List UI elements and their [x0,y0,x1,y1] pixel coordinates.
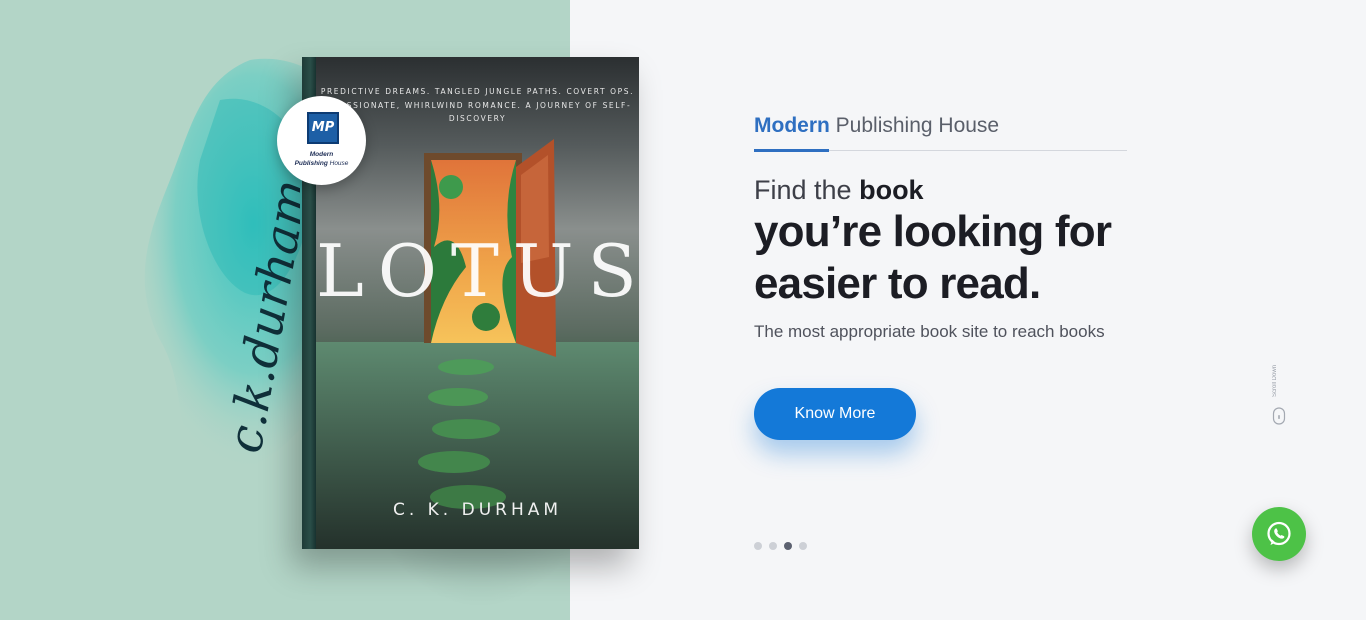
publisher-badge[interactable]: MP Modern Publishing House [277,96,366,185]
carousel-dots [754,542,807,550]
book-author: C. K. DURHAM [392,500,563,520]
carousel-dot[interactable] [769,542,777,550]
headline-line1: Find the book [754,175,924,205]
publisher-name-line2: Publishing House [294,160,349,167]
headline-line2: you’re looking for [754,207,1112,256]
headline-emphasis: book [859,175,924,205]
mouse-icon[interactable] [1272,407,1286,425]
publisher-name-line1: Modern [309,151,334,158]
book-tagline: PREDICTIVE DREAMS. TANGLED JUNGLE PATHS.… [320,87,635,123]
know-more-button[interactable]: Know More [754,388,916,440]
carousel-dot-active[interactable] [784,542,792,550]
author-signature: c.k.durham [217,175,300,457]
brand-title: Modern Publishing House [754,114,999,138]
hero-subtitle: The most appropriate book site to reach … [754,322,1105,341]
whatsapp-button[interactable] [1252,507,1306,561]
brand-divider-accent [754,149,829,152]
publisher-logo-icon: MP [307,112,339,144]
carousel-dot[interactable] [754,542,762,550]
svg-text:c.k.durham: c.k.durham [217,175,300,457]
headline-line3: easier to read. [754,259,1041,308]
book-title: LOTUS [316,229,639,313]
scroll-down-label[interactable]: Scroll Down [1272,360,1286,402]
brand-title-rest: Publishing House [835,114,1000,137]
whatsapp-icon [1267,521,1291,546]
headline-main: you’re looking for easier to read. [754,206,1112,310]
brand-title-strong: Modern [754,114,830,137]
carousel-dot[interactable] [799,542,807,550]
